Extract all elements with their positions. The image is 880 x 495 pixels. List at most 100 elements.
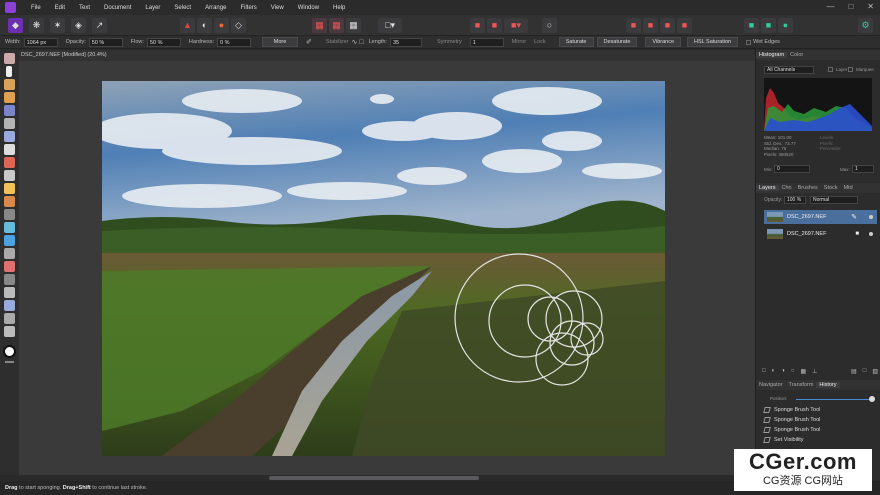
close-icon[interactable]: ✕ (867, 2, 874, 11)
settings-button[interactable]: ⚙ (858, 18, 873, 33)
tab-navigator[interactable]: Navigator (756, 382, 786, 388)
snapping-button[interactable]: ■ (487, 18, 502, 33)
wet-edges-checkbox[interactable] (746, 39, 752, 45)
tab-history[interactable]: History (816, 382, 840, 388)
color-picker-icon[interactable] (4, 131, 15, 142)
menu-select[interactable]: Select (167, 5, 198, 11)
auto-colors-button[interactable]: ● (214, 18, 229, 33)
max-field[interactable]: 1 (852, 165, 874, 173)
mask-icon[interactable]: ◐ (772, 368, 776, 376)
flood-select-icon[interactable] (4, 105, 15, 116)
history-item[interactable]: Sponge Brush Tool (763, 427, 820, 433)
chat-button[interactable]: ○ (542, 18, 557, 33)
hsl-saturation-button[interactable]: HSL Saturation (687, 37, 739, 47)
tab-metadata[interactable]: Mtd (841, 185, 856, 191)
layer-row[interactable]: DSC_2697.NEF ■ (764, 227, 877, 241)
length-field[interactable]: 35 (389, 37, 422, 47)
mesh-warp-icon[interactable] (4, 313, 15, 324)
dodge-brush-icon[interactable] (4, 183, 15, 194)
menu-text[interactable]: Text (72, 5, 97, 11)
crop-tool-icon[interactable] (4, 79, 15, 90)
clone-brush-icon[interactable] (4, 196, 15, 207)
paint-brush-icon[interactable] (4, 157, 15, 168)
arrange-back-button[interactable]: ■ (626, 18, 641, 33)
arrange-front-button[interactable]: ■ (643, 18, 658, 33)
view-tool-icon[interactable] (4, 53, 15, 64)
layer-options-icon[interactable]: □ (762, 368, 766, 376)
shape-tool-icon[interactable] (4, 287, 15, 298)
symmetry-field[interactable]: 1 (469, 37, 504, 47)
visibility-icon[interactable] (869, 232, 873, 236)
document-image[interactable] (102, 81, 665, 456)
pen-tool-icon[interactable] (4, 274, 15, 285)
minimize-icon[interactable]: — (826, 2, 834, 11)
menu-view[interactable]: View (264, 5, 291, 11)
selection-mode-button[interactable]: ▦ (312, 18, 327, 33)
layer-row[interactable]: DSC_2697.NEF ✎ (764, 210, 877, 224)
saturate-button[interactable]: Saturate (558, 37, 594, 47)
secondary-color-swatch[interactable] (5, 361, 14, 363)
sponge-brush-icon[interactable] (4, 209, 15, 220)
lock-toggle[interactable]: Lock (534, 39, 546, 45)
stabilizer-window-icon[interactable]: □ (359, 39, 363, 46)
erase-brush-icon[interactable] (4, 170, 15, 181)
export-persona-button[interactable]: ↗ (92, 18, 107, 33)
width-field[interactable]: 1064 px (23, 37, 58, 47)
flow-field[interactable]: 50 % (146, 37, 181, 47)
symmetry-toggle[interactable]: Symmetry (437, 39, 462, 45)
boolean-add-button[interactable]: ■ (744, 18, 759, 33)
auto-contrast-button[interactable]: ◐ (197, 18, 212, 33)
visibility-icon[interactable] (869, 215, 873, 219)
history-position-slider[interactable] (796, 399, 874, 400)
tab-stock[interactable]: Stock (821, 185, 841, 191)
menu-file[interactable]: File (24, 5, 48, 11)
scrollbar-thumb[interactable] (269, 476, 479, 480)
move-tool-icon[interactable] (6, 66, 12, 77)
tone-map-persona-button[interactable]: ◈ (71, 18, 86, 33)
selection-brush-icon[interactable] (4, 92, 15, 103)
selection-add-button[interactable]: ▦ (329, 18, 344, 33)
boolean-subtract-button[interactable]: ■ (761, 18, 776, 33)
align-button[interactable]: ■ (660, 18, 675, 33)
group-icon[interactable]: ▤ (851, 368, 857, 376)
document-tab[interactable]: DSC_2697.NEF [Modified] (20.4%) (0, 50, 755, 61)
min-field[interactable]: 0 (774, 165, 810, 173)
marquee-tool-icon[interactable] (4, 118, 15, 129)
boolean-intersect-button[interactable]: ● (778, 18, 793, 33)
blend-mode-select[interactable]: Normal (810, 196, 858, 204)
healing-brush-icon[interactable] (4, 248, 15, 259)
force-pressure-icon[interactable]: ✐ (306, 38, 312, 46)
levels-button[interactable]: ▲ (180, 18, 195, 33)
assistant-button[interactable]: ■ (470, 18, 485, 33)
stabilizer-rope-icon[interactable]: ∿ (352, 38, 358, 46)
live-filter-icon[interactable]: ○ (791, 368, 795, 376)
history-item[interactable]: Sponge Brush Tool (763, 417, 820, 423)
maximize-icon[interactable]: □ (848, 2, 853, 11)
text-tool-icon[interactable] (4, 300, 15, 311)
trash-icon[interactable]: ▧ (872, 368, 878, 376)
selection-subtract-button[interactable]: ▦ (346, 18, 361, 33)
layer-opacity-field[interactable]: 100 % (784, 196, 806, 204)
pixel-layer-icon[interactable]: ▦ (801, 368, 807, 376)
smudge-brush-icon[interactable] (4, 222, 15, 233)
menu-filters[interactable]: Filters (233, 5, 263, 11)
develop-persona-button[interactable]: ✶ (50, 18, 65, 33)
blur-brush-icon[interactable] (4, 235, 15, 246)
desaturate-button[interactable]: Desaturate (596, 37, 638, 47)
primary-color-swatch[interactable] (3, 345, 16, 358)
layer-checkbox[interactable] (828, 67, 833, 72)
history-item[interactable]: Set Visibility (763, 437, 804, 443)
menu-document[interactable]: Document (97, 5, 138, 11)
flip-button[interactable]: ■ (677, 18, 692, 33)
tab-brushes[interactable]: Brushes (795, 185, 821, 191)
menu-help[interactable]: Help (326, 5, 352, 11)
tab-color[interactable]: Color (787, 52, 806, 58)
mirror-toggle[interactable]: Mirror (512, 39, 526, 45)
stabilizer-toggle[interactable]: Stabilizer (326, 39, 349, 45)
vibrance-button[interactable]: Vibrance (645, 37, 682, 47)
red-eye-icon[interactable] (4, 261, 15, 272)
canvas-area[interactable] (19, 61, 755, 475)
white-balance-button[interactable]: ◇ (231, 18, 246, 33)
channel-select[interactable]: All Channels (764, 66, 814, 74)
menu-arrange[interactable]: Arrange (198, 5, 233, 11)
